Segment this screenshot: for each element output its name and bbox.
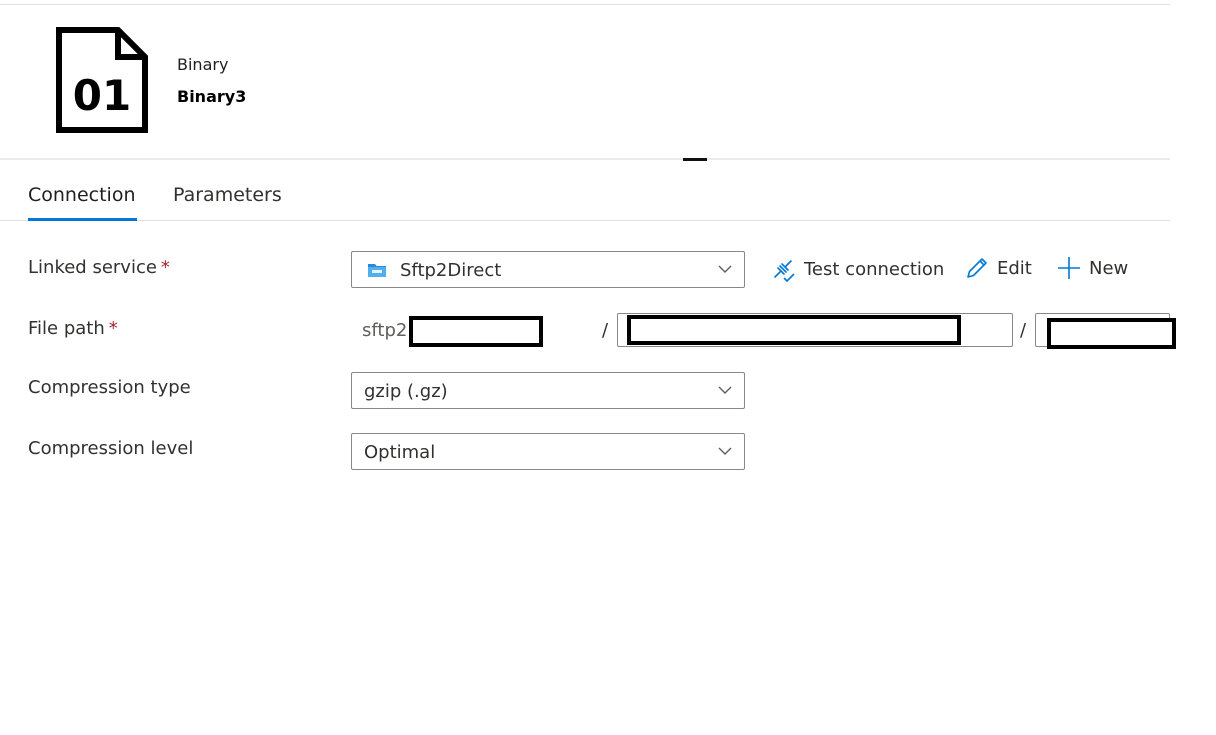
file-path-label: File path * [28,318,118,339]
tab-connection[interactable]: Connection [28,184,136,206]
chevron-down-icon [718,265,732,273]
svg-text:01: 01 [73,71,131,120]
compression-level-dropdown[interactable]: Optimal [351,433,745,470]
resize-handle[interactable] [683,158,707,161]
path-separator: / [602,320,609,341]
dataset-name: Binary3 [177,87,247,106]
edit-label: Edit [997,257,1032,279]
edit-button[interactable]: Edit [965,256,1032,280]
required-marker: * [160,257,170,278]
new-button[interactable]: New [1057,256,1128,280]
chevron-down-icon [718,386,732,394]
redacted-directory [627,315,961,345]
sftp-folder-icon [368,264,386,277]
tab-parameters[interactable]: Parameters [173,184,282,206]
plug-connection-icon [774,260,795,282]
linked-service-dropdown[interactable]: Sftp2Direct [351,251,745,288]
test-connection-button[interactable]: Test connection [770,256,944,282]
file-path-host-prefix: sftp2. [362,320,414,341]
tabs-divider [0,220,1170,221]
active-tab-indicator [28,218,137,221]
binary-file-icon: 01 [56,27,148,133]
compression-level-label: Compression level [28,438,194,459]
file-path-directory-input[interactable] [617,313,1013,347]
plus-icon [1058,257,1080,279]
linked-service-value: Sftp2Direct [400,260,502,281]
redacted-host [409,316,543,347]
path-separator: / [1020,320,1027,341]
test-connection-label: Test connection [804,258,945,280]
pencil-icon [967,258,987,278]
new-label: New [1089,257,1129,279]
required-marker: * [108,318,118,339]
dataset-type: Binary [177,55,229,74]
top-divider [0,4,1170,5]
header-divider [0,158,1170,160]
compression-type-dropdown[interactable]: gzip (.gz) [351,372,745,409]
compression-type-label: Compression type [28,377,191,398]
compression-type-value: gzip (.gz) [364,381,448,402]
chevron-down-icon [718,447,732,455]
compression-level-value: Optimal [364,442,436,463]
linked-service-label: Linked service * [28,257,170,278]
redacted-filename [1047,318,1176,349]
